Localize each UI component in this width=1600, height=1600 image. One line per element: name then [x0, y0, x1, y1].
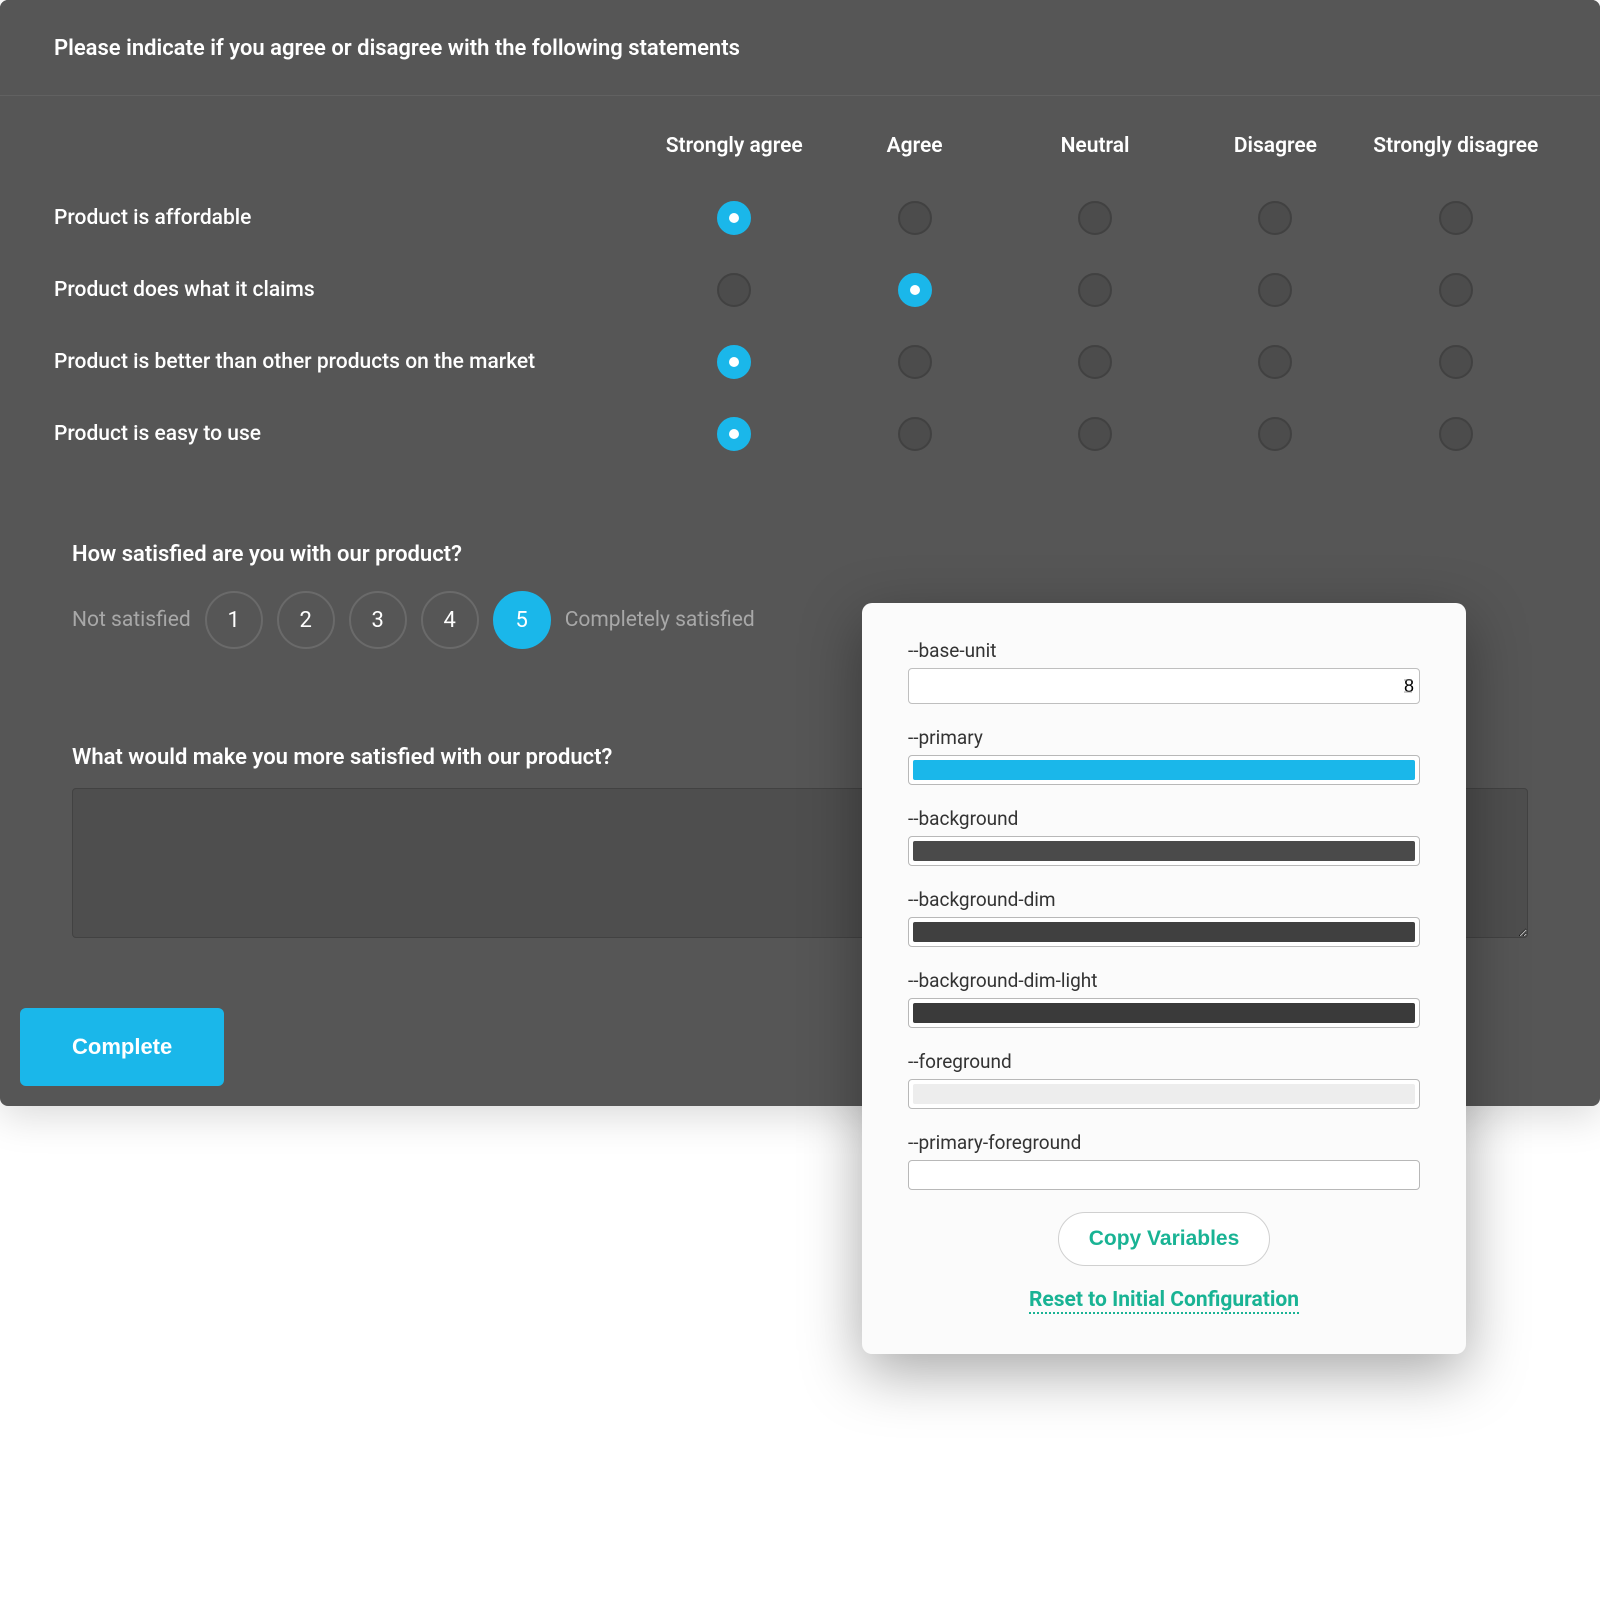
theme-variable-label: --foreground: [908, 1050, 1420, 1073]
theme-variable-color-input[interactable]: [908, 917, 1420, 947]
rating-max-label: Completely satisfied: [565, 608, 755, 632]
matrix-row: Product is better than other products on…: [54, 326, 1546, 398]
theme-variable-label: --background-dim: [908, 888, 1420, 911]
matrix-row-label: Product is better than other products on…: [54, 350, 644, 374]
theme-variable-row: --foreground: [908, 1050, 1420, 1109]
theme-variable-row: --primary-foreground: [908, 1131, 1420, 1190]
rating-min-label: Not satisfied: [72, 608, 191, 632]
matrix-radio[interactable]: [1439, 417, 1473, 451]
theme-variable-row: --primary: [908, 726, 1420, 785]
theme-variable-color-input[interactable]: [908, 1160, 1420, 1190]
theme-variable-row: --background-dim-light: [908, 969, 1420, 1028]
rating-item[interactable]: 3: [349, 591, 407, 649]
theme-variables-panel: --base-unit --primary --background --backgr…: [862, 603, 1466, 1354]
theme-variable-number-input[interactable]: [908, 668, 1420, 704]
matrix-radio[interactable]: [1078, 273, 1112, 307]
matrix-body: . Strongly agreeAgreeNeutralDisagreeStro…: [0, 96, 1600, 506]
theme-variable-label: --background: [908, 807, 1420, 830]
matrix-radio[interactable]: [1439, 201, 1473, 235]
matrix-radio[interactable]: [898, 417, 932, 451]
matrix-radio[interactable]: [1258, 273, 1292, 307]
theme-variable-color-input[interactable]: [908, 836, 1420, 866]
matrix-column-header: Agree: [824, 134, 1004, 158]
matrix-radio[interactable]: [898, 201, 932, 235]
reset-config-link[interactable]: Reset to Initial Configuration: [1029, 1288, 1299, 1314]
complete-button[interactable]: Complete: [20, 1008, 224, 1086]
theme-variable-color-input[interactable]: [908, 1079, 1420, 1109]
matrix-header-row: . Strongly agreeAgreeNeutralDisagreeStro…: [54, 110, 1546, 182]
matrix-radio[interactable]: [1078, 201, 1112, 235]
copy-variables-button[interactable]: Copy Variables: [1058, 1212, 1271, 1266]
matrix-radio[interactable]: [1258, 345, 1292, 379]
matrix-radio[interactable]: [717, 201, 751, 235]
matrix-row: Product is easy to use: [54, 398, 1546, 470]
theme-variable-color-input[interactable]: [908, 755, 1420, 785]
matrix-radio[interactable]: [717, 417, 751, 451]
matrix-column-header: Disagree: [1185, 134, 1365, 158]
matrix-row: Product is affordable: [54, 182, 1546, 254]
matrix-radio[interactable]: [1078, 417, 1112, 451]
theme-variable-label: --primary: [908, 726, 1420, 749]
matrix-prompt: Please indicate if you agree or disagree…: [0, 0, 1600, 96]
matrix-column-header: Strongly disagree: [1366, 134, 1546, 158]
theme-variable-row: --background-dim: [908, 888, 1420, 947]
matrix-radio[interactable]: [1439, 345, 1473, 379]
rating-item[interactable]: 1: [205, 591, 263, 649]
matrix-row-label: Product is affordable: [54, 206, 644, 230]
theme-variable-row: --base-unit: [908, 639, 1420, 704]
matrix-radio[interactable]: [898, 273, 932, 307]
theme-variable-label: --primary-foreground: [908, 1131, 1420, 1154]
matrix-column-header: Strongly agree: [644, 134, 824, 158]
theme-variable-color-input[interactable]: [908, 998, 1420, 1028]
matrix-row: Product does what it claims: [54, 254, 1546, 326]
matrix-radio[interactable]: [1439, 273, 1473, 307]
matrix-row-label: Product is easy to use: [54, 422, 644, 446]
theme-variable-label: --background-dim-light: [908, 969, 1420, 992]
matrix-radio[interactable]: [898, 345, 932, 379]
matrix-radio[interactable]: [717, 273, 751, 307]
matrix-radio[interactable]: [1258, 417, 1292, 451]
theme-variable-label: --base-unit: [908, 639, 1420, 662]
matrix-column-header: Neutral: [1005, 134, 1185, 158]
rating-item[interactable]: 5: [493, 591, 551, 649]
matrix-radio[interactable]: [717, 345, 751, 379]
theme-variable-row: --background: [908, 807, 1420, 866]
rating-item[interactable]: 2: [277, 591, 335, 649]
rating-prompt: How satisfied are you with our product?: [18, 506, 1582, 567]
matrix-radio[interactable]: [1258, 201, 1292, 235]
matrix-panel: Please indicate if you agree or disagree…: [0, 0, 1600, 506]
matrix-row-label: Product does what it claims: [54, 278, 644, 302]
matrix-radio[interactable]: [1078, 345, 1112, 379]
rating-item[interactable]: 4: [421, 591, 479, 649]
